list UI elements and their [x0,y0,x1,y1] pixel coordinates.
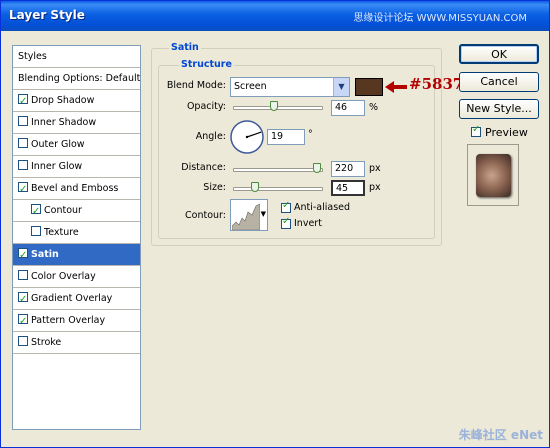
cancel-button[interactable]: Cancel [459,72,539,92]
style-item-label: Outer Glow [31,139,85,150]
style-item-label: Color Overlay [31,271,96,282]
angle-input[interactable]: 19 [267,129,305,145]
distance-slider-track[interactable] [233,168,323,172]
style-item-label: Drop Shadow [31,95,95,106]
distance-input[interactable]: 220 [331,161,365,177]
style-item-texture[interactable]: Texture [13,222,140,244]
distance-unit: px [369,163,381,174]
watermark-text: 思缘设计论坛 WWW.MISSYUAN.COM [353,13,527,24]
ok-button[interactable]: OK [459,44,539,64]
styles-list: Styles Blending Options: Default Drop Sh… [12,45,141,430]
contour-dropdown-icon[interactable]: ▼ [261,210,266,218]
size-slider-thumb[interactable] [251,182,259,192]
invert-checkbox[interactable] [281,216,291,229]
style-checkbox[interactable] [31,226,41,236]
angle-dial[interactable] [229,119,265,155]
style-item-drop-shadow[interactable]: Drop Shadow [13,90,140,112]
style-item-bevel-and-emboss[interactable]: Bevel and Emboss [13,178,140,200]
style-item-label: Satin [31,249,59,260]
size-input[interactable]: 45 [331,180,365,196]
style-item-label: Bevel and Emboss [31,183,119,194]
preview-swatch [476,154,511,197]
style-checkbox[interactable] [18,270,28,280]
style-item-stroke[interactable]: Stroke [13,332,140,354]
blend-mode-label: Blend Mode: [166,80,226,91]
size-slider-track[interactable] [233,187,323,191]
contour-label: Contour: [185,210,226,221]
style-checkbox[interactable] [31,201,41,221]
style-checkbox[interactable] [18,311,28,331]
contour-curve-icon [232,203,260,230]
style-checkbox[interactable] [18,179,28,199]
blend-mode-value: Screen [234,81,267,92]
distance-slider-thumb[interactable] [313,163,321,173]
style-item-color-overlay[interactable]: Color Overlay [13,266,140,288]
bottom-watermark: 朱峰社区 eNet [458,428,543,442]
structure-title: Structure [179,59,234,70]
style-item-label: Stroke [31,337,62,348]
style-checkbox[interactable] [18,138,28,148]
anti-aliased-label: Anti-aliased [294,202,351,213]
window-title: Layer Style [9,8,85,22]
arrow-left-icon [385,81,407,93]
style-item-label: Inner Glow [31,161,83,172]
blending-options-item[interactable]: Blending Options: Default [13,68,140,90]
preview-checkbox[interactable] [471,124,481,137]
distance-label: Distance: [181,162,226,173]
opacity-unit: % [369,102,379,113]
style-item-inner-glow[interactable]: Inner Glow [13,156,140,178]
style-item-label: Texture [44,227,79,238]
style-preview-thumbnail [467,144,519,206]
style-item-label: Inner Shadow [31,117,97,128]
blend-mode-select[interactable]: Screen ▼ [230,77,350,97]
style-checkbox[interactable] [18,160,28,170]
title-bar: Layer Style 思缘设计论坛 WWW.MISSYUAN.COM [1,1,549,31]
style-item-label: Gradient Overlay [31,293,113,304]
opacity-input[interactable]: 46 [331,100,365,116]
style-item-satin[interactable]: Satin [13,244,140,266]
styles-header[interactable]: Styles [13,46,140,68]
chevron-down-icon: ▼ [333,78,349,96]
style-item-inner-shadow[interactable]: Inner Shadow [13,112,140,134]
style-item-gradient-overlay[interactable]: Gradient Overlay [13,288,140,310]
style-checkbox[interactable] [18,289,28,309]
invert-label: Invert [294,218,322,229]
style-checkbox[interactable] [18,116,28,126]
style-checkbox[interactable] [18,245,28,265]
anti-aliased-checkbox[interactable] [281,200,291,213]
new-style-button[interactable]: New Style... [459,99,539,119]
style-item-contour[interactable]: Contour [13,200,140,222]
size-unit: px [369,182,381,193]
style-checkbox[interactable] [18,91,28,111]
satin-title: Satin [169,42,201,53]
layer-style-dialog: Layer Style 思缘设计论坛 WWW.MISSYUAN.COM Styl… [0,0,550,448]
preview-label: Preview [485,126,528,139]
size-label: Size: [203,182,226,193]
style-item-label: Pattern Overlay [31,315,106,326]
angle-label: Angle: [195,131,226,142]
contour-picker[interactable]: ▼ [230,199,268,231]
satin-color-swatch[interactable] [355,78,383,96]
style-checkbox[interactable] [18,336,28,346]
style-item-outer-glow[interactable]: Outer Glow [13,134,140,156]
style-item-pattern-overlay[interactable]: Pattern Overlay [13,310,140,332]
opacity-label: Opacity: [186,101,226,112]
angle-unit: ° [308,129,313,140]
style-item-label: Contour [44,205,82,216]
